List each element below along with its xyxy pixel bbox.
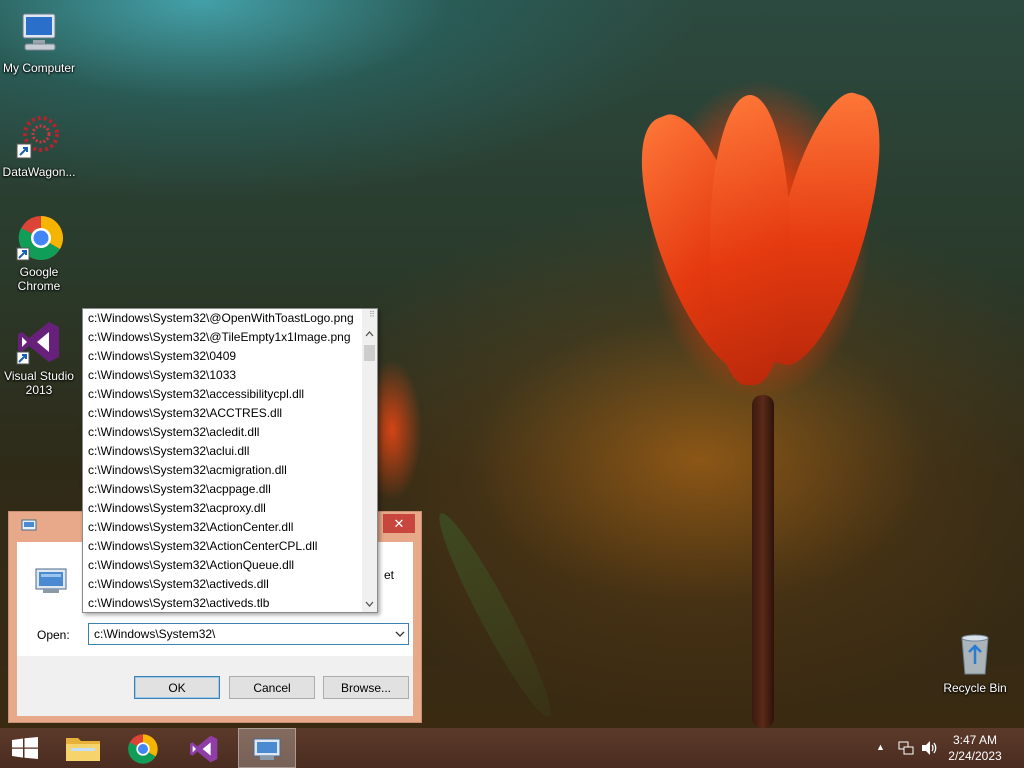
run-description-text: et [384, 568, 395, 582]
recycle-bin-icon [951, 630, 999, 678]
open-label: Open: [37, 628, 70, 642]
browse-button[interactable]: Browse... [323, 676, 409, 699]
taskbar-visual-studio[interactable] [176, 728, 232, 768]
desktop-icon-google-chrome[interactable]: Google Chrome [0, 214, 78, 293]
run-icon [252, 737, 282, 766]
autocomplete-item[interactable]: c:\Windows\System32\ActionQueue.dll [83, 556, 363, 575]
autocomplete-list: c:\Windows\System32\@OpenWithToastLogo.p… [82, 308, 378, 613]
ok-button[interactable]: OK [134, 676, 220, 699]
cancel-button[interactable]: Cancel [229, 676, 315, 699]
autocomplete-item[interactable]: c:\Windows\System32\1033 [83, 366, 363, 385]
taskbar-run[interactable] [238, 728, 296, 768]
resize-grip-icon[interactable]: ⠿ [369, 310, 375, 319]
autocomplete-item[interactable]: c:\Windows\System32\acledit.dll [83, 423, 363, 442]
autocomplete-item[interactable]: c:\Windows\System32\aclui.dll [83, 442, 363, 461]
autocomplete-item[interactable]: c:\Windows\System32\acmigration.dll [83, 461, 363, 480]
computer-icon [15, 10, 63, 58]
desktop-icon-label: Visual Studio 2013 [4, 369, 74, 397]
open-input-value: c:\Windows\System32\ [94, 627, 216, 641]
autocomplete-item[interactable]: c:\Windows\System32\accessibilitycpl.dll [83, 385, 363, 404]
autocomplete-item[interactable]: c:\Windows\System32\acproxy.dll [83, 499, 363, 518]
clock-date: 2/24/2023 [948, 749, 1002, 763]
desktop-icon-label: Recycle Bin [943, 681, 1007, 695]
desktop-icon-datawagon[interactable]: DataWagon... [0, 114, 78, 179]
tray-chevron-icon[interactable]: ▲ [876, 742, 885, 752]
autocomplete-item[interactable]: c:\Windows\System32\ACCTRES.dll [83, 404, 363, 423]
run-icon [33, 566, 69, 596]
scroll-up-icon[interactable] [362, 326, 377, 343]
folder-icon [65, 734, 101, 767]
chrome-icon [15, 214, 63, 262]
autocomplete-item[interactable]: c:\Windows\System32\ActionCenter.dll [83, 518, 363, 537]
autocomplete-item[interactable]: c:\Windows\System32\activeds.dll [83, 575, 363, 594]
taskbar-file-explorer[interactable] [56, 728, 112, 768]
autocomplete-scrollbar[interactable]: ⠿ [362, 309, 377, 612]
desktop-icon-recycle-bin[interactable]: Recycle Bin [936, 630, 1014, 695]
autocomplete-item[interactable]: c:\Windows\System32\@TileEmpty1x1Image.p… [83, 328, 363, 347]
volume-icon[interactable] [921, 740, 939, 761]
start-button[interactable] [0, 728, 56, 768]
autocomplete-item[interactable]: c:\Windows\System32\0409 [83, 347, 363, 366]
scroll-down-icon[interactable] [362, 595, 377, 612]
wallpaper-tulip-stem [752, 395, 774, 728]
taskbar-chrome[interactable] [115, 728, 171, 768]
desktop-icon-visual-studio[interactable]: Visual Studio 2013 [0, 318, 78, 397]
chrome-icon [127, 733, 159, 770]
clock-time: 3:47 AM [952, 733, 998, 747]
autocomplete-item[interactable]: c:\Windows\System32\@OpenWithToastLogo.p… [83, 309, 363, 328]
autocomplete-item[interactable]: c:\Windows\System32\activeds.tlb [83, 594, 363, 613]
visual-studio-icon [15, 318, 63, 366]
chevron-down-icon[interactable] [395, 624, 405, 652]
autocomplete-item[interactable]: c:\Windows\System32\ActionCenterCPL.dll [83, 537, 363, 556]
close-button[interactable]: ✕ [383, 514, 415, 533]
scrollbar-thumb[interactable] [364, 345, 375, 361]
desktop-icon-label: DataWagon... [2, 165, 76, 179]
windows-logo-icon [12, 737, 38, 764]
datawagon-icon [15, 114, 63, 162]
taskbar-clock[interactable]: 3:47 AM 2/24/2023 [940, 732, 1010, 764]
desktop-icon-label: Google Chrome [17, 265, 61, 293]
wallpaper-leaf [427, 506, 563, 724]
desktop-icon-label: My Computer [2, 61, 76, 75]
desktop-icon-my-computer[interactable]: My Computer [0, 10, 78, 75]
autocomplete-items: c:\Windows\System32\@OpenWithToastLogo.p… [83, 309, 363, 613]
autocomplete-item[interactable]: c:\Windows\System32\acppage.dll [83, 480, 363, 499]
network-icon[interactable] [898, 740, 914, 761]
close-icon: ✕ [393, 516, 405, 531]
visual-studio-icon [188, 733, 220, 770]
taskbar: ▲ 3:47 AM 2/24/2023 [0, 728, 1024, 768]
run-dialog-footer: OK Cancel Browse... [17, 656, 413, 716]
open-combobox[interactable]: c:\Windows\System32\ [88, 623, 409, 645]
wallpaper-tulip-petal [710, 95, 790, 385]
run-app-icon [21, 518, 37, 531]
